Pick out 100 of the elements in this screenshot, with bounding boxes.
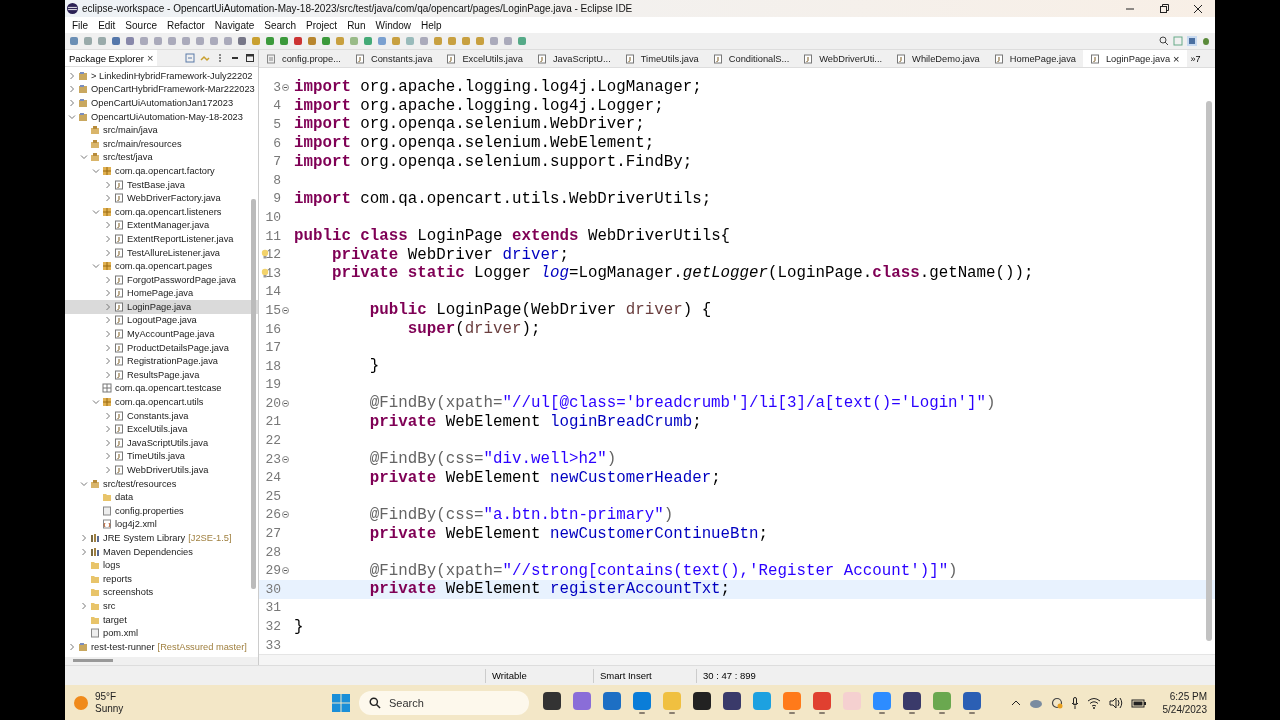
chevron-down-icon[interactable] xyxy=(92,398,100,407)
tree-item[interactable]: com.qa.opencart.listeners xyxy=(65,204,258,219)
tree-item[interactable]: WebDriverFactory.java xyxy=(65,191,258,205)
editor-tab[interactable]: WhileDemo.java xyxy=(889,50,987,67)
tree-item[interactable]: HomePage.java xyxy=(65,286,258,301)
chevron-right-icon[interactable] xyxy=(104,221,112,230)
chevron-right-icon[interactable] xyxy=(68,85,76,94)
tree-item[interactable]: ExtentManager.java xyxy=(65,218,258,233)
chevron-right-icon[interactable] xyxy=(104,425,112,434)
chevron-right-icon[interactable] xyxy=(104,302,112,311)
chevron-right-icon[interactable] xyxy=(68,71,76,80)
chevron-right-icon[interactable] xyxy=(104,234,112,243)
chevron-right-icon[interactable] xyxy=(104,180,112,189)
tree-item[interactable]: > LinkedinHybridFramework-July22202 xyxy=(65,69,258,83)
sun-icon[interactable] xyxy=(73,694,89,711)
chevron-down-icon[interactable] xyxy=(68,112,76,121)
fold-icon[interactable] xyxy=(282,455,289,463)
app-icon[interactable] xyxy=(723,691,741,710)
chevron-right-icon[interactable] xyxy=(104,330,112,339)
editor-tab[interactable]: LoginPage.java × xyxy=(1082,50,1187,67)
fold-icon[interactable] xyxy=(282,399,289,407)
tree-item[interactable]: LoginPage.java xyxy=(65,300,258,314)
menu-item[interactable]: Run xyxy=(342,19,371,31)
menu-item[interactable]: Navigate xyxy=(209,19,260,31)
tree-item[interactable]: src/main/resources xyxy=(65,136,258,151)
scrollbar-thumb[interactable] xyxy=(1206,101,1212,641)
tree-item[interactable]: data xyxy=(65,490,258,504)
tree-item[interactable]: JavaScriptUtils.java xyxy=(65,436,258,450)
chevron-right-icon[interactable] xyxy=(104,289,112,298)
tree-item[interactable]: logs xyxy=(65,558,258,572)
chevron-right-icon[interactable] xyxy=(104,452,112,461)
chevron-right-icon[interactable] xyxy=(80,547,88,556)
chevron-right-icon[interactable] xyxy=(104,248,112,257)
tree-item[interactable]: RegistrationPage.java xyxy=(65,354,258,369)
chevron-right-icon[interactable] xyxy=(104,438,112,447)
speaker-icon[interactable] xyxy=(1108,696,1123,709)
scrollbar-thumb[interactable] xyxy=(251,199,256,589)
fold-icon[interactable] xyxy=(282,567,289,575)
chevron-right-icon[interactable] xyxy=(104,275,112,284)
chevron-right-icon[interactable] xyxy=(68,642,76,651)
menu-item[interactable]: Help xyxy=(416,19,447,31)
tree-item[interactable]: TestAllureListener.java xyxy=(65,245,258,260)
tree-item[interactable]: ProductDetailsPage.java xyxy=(65,340,258,355)
editor-tab[interactable]: Constants.java xyxy=(347,50,440,67)
chevron-right-icon[interactable] xyxy=(104,194,112,203)
tree-item[interactable]: JRE System Library [J2SE-1.5] xyxy=(65,531,258,545)
tree-item[interactable]: OpenCartHybridFramework-Mar222023 xyxy=(65,82,258,97)
editor-tab[interactable]: HomePage.java xyxy=(986,50,1083,67)
chevron-right-icon[interactable] xyxy=(80,601,88,610)
app-icon[interactable] xyxy=(903,691,921,710)
tree-item[interactable]: pom.xml xyxy=(65,626,258,640)
menu-item[interactable]: Source xyxy=(120,19,163,31)
tree-item[interactable]: screenshots xyxy=(65,585,258,600)
tree-item[interactable]: log4j2.xml xyxy=(65,517,258,532)
chevron-down-icon[interactable] xyxy=(92,166,100,175)
tree-item[interactable]: com.qa.opencart.utils xyxy=(65,395,258,409)
tree-item[interactable]: LogoutPage.java xyxy=(65,313,258,328)
tree-item[interactable]: rest-test-runner [RestAssured master] xyxy=(65,639,258,654)
tree-item[interactable]: ResultsPage.java xyxy=(65,368,258,382)
clock-time[interactable]: 6:25 PM xyxy=(1169,689,1207,703)
chevron-down-icon[interactable] xyxy=(80,479,88,488)
fold-icon[interactable] xyxy=(282,306,289,314)
battery-icon[interactable] xyxy=(1130,696,1147,709)
collapse-all-icon[interactable] xyxy=(185,53,195,63)
tree-item[interactable]: Maven Dependencies xyxy=(65,544,258,559)
fold-icon[interactable] xyxy=(282,511,289,519)
restore-icon[interactable] xyxy=(1159,3,1169,14)
editor-tab[interactable]: ConditionalS... xyxy=(705,50,797,67)
chevron-right-icon[interactable] xyxy=(68,99,76,107)
tree-item[interactable]: src xyxy=(65,599,258,613)
tree-item[interactable]: com.qa.opencart.factory xyxy=(65,164,258,178)
sync-icon[interactable] xyxy=(1050,696,1063,709)
tree-item[interactable]: target xyxy=(65,612,258,627)
tree-item[interactable]: Constants.java xyxy=(65,408,258,423)
package-explorer-tab[interactable]: Package Explorer × xyxy=(65,50,158,66)
tree-item[interactable]: WebDriverUtils.java xyxy=(65,463,258,477)
menu-item[interactable]: File xyxy=(67,19,94,31)
editor-tab[interactable]: ExcelUtils.java xyxy=(439,50,530,67)
editor-tab[interactable]: WebDriverUti... xyxy=(796,50,890,67)
menu-item[interactable]: Edit xyxy=(93,19,121,31)
chevron-right-icon[interactable] xyxy=(104,357,112,366)
tree-item[interactable]: ForgotPasswordPage.java xyxy=(65,272,258,287)
chevron-right-icon[interactable] xyxy=(104,466,112,474)
chevron-right-icon[interactable] xyxy=(80,534,88,542)
search-field[interactable]: Search xyxy=(359,690,529,715)
menu-item[interactable]: Search xyxy=(259,19,301,31)
maximize-icon[interactable] xyxy=(245,53,255,63)
tree-item[interactable]: OpencartUiAutomation-May-18-2023 xyxy=(65,109,258,124)
tree-item[interactable]: reports xyxy=(65,571,258,586)
app-icon[interactable] xyxy=(693,691,711,710)
search-icon[interactable] xyxy=(1159,36,1169,46)
editor-tab[interactable]: JavaScriptU... xyxy=(529,50,618,67)
editor-tab[interactable]: TimeUtils.java xyxy=(617,50,706,67)
chevron-right-icon[interactable] xyxy=(104,343,112,352)
clock-date[interactable]: 5/24/2023 xyxy=(1162,702,1207,716)
wifi-icon[interactable] xyxy=(1086,696,1101,709)
windows-logo-icon[interactable] xyxy=(331,692,351,713)
menu-item[interactable]: Refactor xyxy=(162,19,210,31)
tree-item[interactable]: MyAccountPage.java xyxy=(65,327,258,341)
tree-item[interactable]: src/test/resources xyxy=(65,476,258,491)
